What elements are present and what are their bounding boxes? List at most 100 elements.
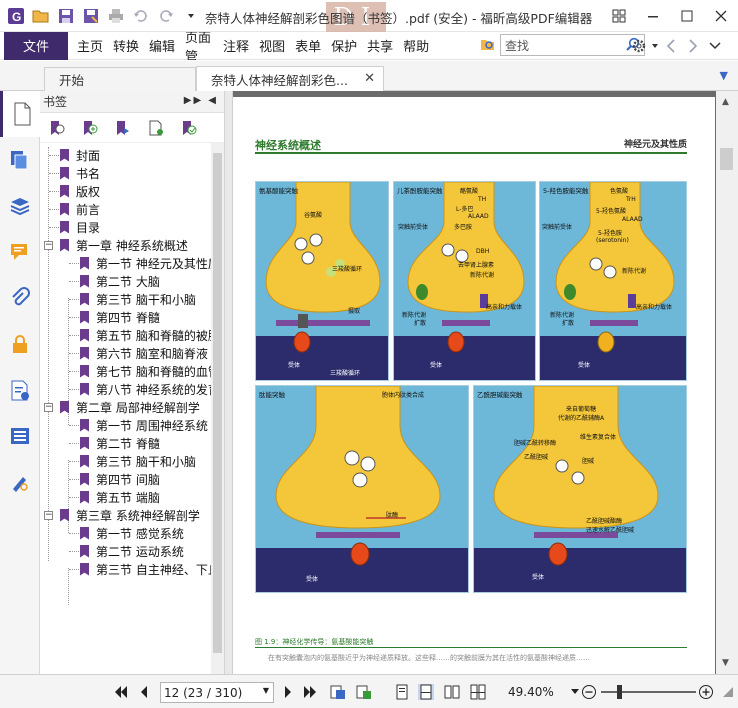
bookmark-chapter[interactable]: 第一章 神经系统概述 [60,236,188,254]
insert-page-icon[interactable] [356,684,372,700]
bookmarks-scrollbar[interactable] [211,143,224,674]
dropdown-arrow-icon[interactable] [650,36,660,56]
chapter-2-collapse-toggle[interactable]: − [44,398,56,416]
bookmark-item[interactable]: 第二节 大脑 [80,272,160,290]
settings-gear-icon[interactable] [628,36,650,56]
bookmark-new-page-icon[interactable] [147,119,165,137]
bookmark-expand-all-icon[interactable] [48,119,66,137]
bookmark-item[interactable]: 第四节 间脑 [80,470,160,488]
bookmark-item[interactable]: 前言 [60,200,100,218]
print-icon[interactable] [106,6,126,26]
save-icon[interactable] [56,6,76,26]
minimize-icon[interactable] [636,0,670,32]
scrollbar-thumb[interactable] [213,153,222,653]
maximize-icon[interactable] [670,0,704,32]
menu-form[interactable]: 表单 [290,32,326,60]
bookmark-item[interactable]: 第一节 感觉系统 [80,524,184,542]
bookmark-chapter[interactable]: 第三章 系统神经解剖学 [60,506,200,524]
search-folder-icon[interactable] [480,36,496,55]
bookmark-item[interactable]: 版权 [60,182,100,200]
rail-pages-icon[interactable] [0,137,40,183]
rail-signature-icon[interactable] [0,459,40,505]
bookmark-item[interactable]: 第五节 脑和脊髓的被膜 [80,326,220,344]
ribbon-collapse-icon[interactable] [704,36,726,56]
redo-icon[interactable] [156,6,176,26]
scroll-up-arrow-icon[interactable]: ▲ [722,97,729,107]
bookmark-item[interactable]: 第二节 脊髓 [80,434,160,452]
rail-properties-icon[interactable] [0,367,40,413]
last-page-icon[interactable] [303,684,319,700]
rail-layers-icon[interactable] [0,183,40,229]
customize-dropdown-icon[interactable] [181,6,201,26]
single-page-view-icon[interactable] [394,684,410,700]
continuous-view-icon[interactable] [418,684,434,700]
menu-home[interactable]: 主页 [72,32,108,60]
page-dropdown-icon[interactable]: ▼ [263,686,269,695]
nav-back-icon[interactable] [660,36,682,56]
menu-convert[interactable]: 转换 [108,32,144,60]
bookmark-chapter[interactable]: 第二章 局部神经解剖学 [60,398,200,416]
document-scrollbar-thumb[interactable] [720,148,733,170]
bookmark-item[interactable]: 封面 [60,146,100,164]
fullscreen-icon[interactable] [602,0,636,32]
bookmark-item[interactable]: 第六节 脑室和脑脊液 [80,344,208,362]
rail-security-icon[interactable] [0,321,40,367]
tab-document[interactable]: 奈特人体神经解剖彩色... ✕ [196,66,384,91]
zoom-slider-knob[interactable] [617,685,622,699]
open-icon[interactable] [31,6,51,26]
bookmark-properties-icon[interactable] [180,119,198,137]
continuous-facing-view-icon[interactable] [470,684,486,700]
search-input[interactable]: 查找 [500,34,645,56]
bookmark-item[interactable]: 第八节 神经系统的发育 [80,380,220,398]
tab-list-arrow-icon[interactable]: ▼ [720,69,728,82]
page-number-input[interactable]: 12 (23 / 310) ▼ [160,682,274,703]
facing-view-icon[interactable] [444,684,460,700]
scroll-down-arrow-icon[interactable]: ▼ [722,658,729,668]
menu-view[interactable]: 视图 [254,32,290,60]
bookmark-item[interactable]: 第七节 脑和脊髓的血管 [80,362,220,380]
menu-help[interactable]: 帮助 [398,32,434,60]
menu-page-manage[interactable]: 页面管 [180,32,218,60]
file-menu-button[interactable]: 文件 [4,31,68,60]
bookmark-item[interactable]: 书名 [60,164,100,182]
previous-page-icon[interactable] [136,684,152,700]
close-icon[interactable] [704,0,738,32]
bookmark-item[interactable]: 第三节 自主神经、下丘 [80,560,220,578]
menu-edit[interactable]: 编辑 [144,32,180,60]
bookmark-item[interactable]: 第一节 周围神经系统 [80,416,208,434]
menu-comment[interactable]: 注释 [218,32,254,60]
bookmark-item[interactable]: 第一节 神经元及其性质 [80,254,220,272]
menu-share[interactable]: 共享 [362,32,398,60]
rail-bookmarks-icon[interactable] [0,91,40,137]
bookmark-item[interactable]: 第四节 脊髓 [80,308,160,326]
bookmark-item[interactable]: 目录 [60,218,100,236]
bookmark-flag-icon [80,346,89,360]
bookmark-item[interactable]: 第五节 端脑 [80,488,160,506]
bookmark-add-icon[interactable] [81,119,99,137]
zoom-in-icon[interactable] [698,684,714,700]
fit-options-icon[interactable] [720,684,736,700]
rail-comments-icon[interactable] [0,229,40,275]
bookmark-item[interactable]: 第三节 脑干和小脑 [80,452,196,470]
rail-form-fields-icon[interactable] [0,413,40,459]
rail-attachments-icon[interactable] [0,275,40,321]
undo-icon[interactable] [131,6,151,26]
bookmark-item[interactable]: 第三节 脑干和小脑 [80,290,196,308]
tab-close-icon[interactable]: ✕ [364,71,375,86]
zoom-slider[interactable] [601,685,696,699]
chapter-3-collapse-toggle[interactable]: − [44,506,56,524]
extract-page-icon[interactable] [330,684,346,700]
bookmark-item[interactable]: 第二节 运动系统 [80,542,184,560]
panel-collapse-icon[interactable]: ▶▶ ◀ [184,95,218,106]
save-as-icon[interactable] [81,6,101,26]
zoom-out-icon[interactable] [581,684,597,700]
next-page-icon[interactable] [280,684,296,700]
panel-splitter[interactable] [225,91,233,674]
chapter-1-collapse-toggle[interactable]: − [44,236,56,254]
tab-start[interactable]: 开始 [44,67,196,91]
menu-protect[interactable]: 保护 [326,32,362,60]
document-scrollbar[interactable]: ▲ ▼ [716,91,738,674]
first-page-icon[interactable] [112,684,128,700]
bookmark-move-icon[interactable] [114,119,132,137]
nav-forward-icon[interactable] [682,36,704,56]
